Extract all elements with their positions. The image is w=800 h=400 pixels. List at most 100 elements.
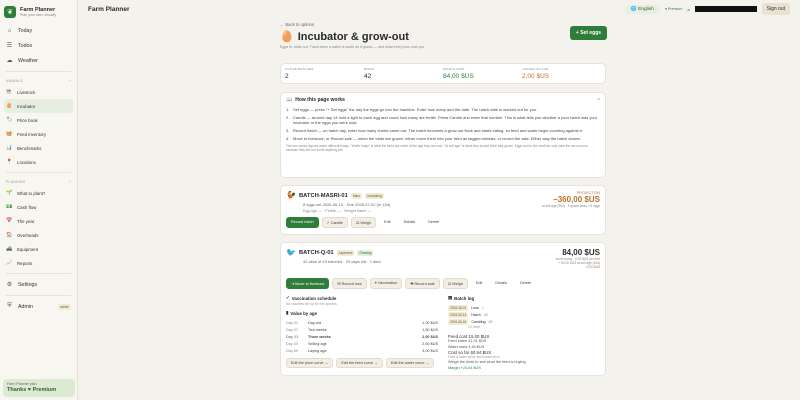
nav-admin[interactable]: ⛨ Admin admin <box>0 299 77 314</box>
sidebar: ❦ Farm Planner Plan your farm visually ⌂… <box>0 0 78 400</box>
nav-label: Reports <box>17 260 33 266</box>
breed-tag: Japanese <box>336 249 355 256</box>
how-step: 2. Candle — around day 14 hold a light to… <box>286 115 600 126</box>
nav-incubator[interactable]: 🥚 Incubator <box>4 99 73 113</box>
right-column: ▤ Batch log 2026-06-01 Loss 1 2026-06-14 Hat… <box>448 295 600 371</box>
record-sale-button[interactable]: ✚ Record sale <box>405 278 440 289</box>
candle-button[interactable]: ✓ Candle <box>321 217 348 228</box>
nav-livestock[interactable]: 🐏 Livestock <box>0 85 77 99</box>
vaccination-button[interactable]: ⌖ Vaccination <box>369 278 403 289</box>
batch-header: 🐦 BATCH-Q-01 Japanese Growing <box>286 248 600 257</box>
nav-label: Incubator <box>17 103 36 109</box>
batch-details: ✓ Vaccination schedule No vaccines set up… <box>286 295 600 371</box>
batch-name: BATCH-Q-01 <box>298 249 334 256</box>
vaccination-note: No vaccines set up for this species. <box>286 302 338 306</box>
edit-button[interactable]: Edit <box>379 217 396 228</box>
table-row: Day 07 Two weeks 1,50 $US <box>286 326 438 333</box>
log-date: 2026-06-01 <box>448 304 469 311</box>
vaccination-heading: ✓ Vaccination schedule <box>286 295 438 301</box>
nav-reports[interactable]: 📈 Reports <box>0 256 77 270</box>
nav-label: Price book <box>17 117 38 123</box>
cell-value: 1,50 $US <box>422 327 438 332</box>
batch-actions: ⇥ Move to livestock ✉ Record loss ⌖ Vacc… <box>286 278 600 289</box>
step-text: Set eggs — press "+ Set eggs" the day th… <box>293 107 538 112</box>
stat-active-batches: ACTIVE BATCHES 2 <box>285 67 364 80</box>
set-eggs-button[interactable]: + Set eggs <box>570 26 607 40</box>
nav-feed-inventory[interactable]: 🧺 Feed inventory <box>0 127 77 141</box>
delete-button[interactable]: Delete <box>515 278 536 289</box>
edit-water-curve-button[interactable]: Edit the water curve → <box>385 358 435 368</box>
section-title: Vaccination schedule <box>291 295 337 301</box>
details-button[interactable]: Details <box>490 278 512 289</box>
log-value: 43 <box>483 312 488 317</box>
batch-card: 🐦 BATCH-Q-01 Japanese Growing 42 alive o… <box>280 242 606 376</box>
nav-weather[interactable]: ☁ Weather <box>0 53 77 68</box>
section-planning[interactable]: PLANNING ^ <box>0 177 77 186</box>
nav-label: Equipment <box>17 246 38 252</box>
edit-button[interactable]: Edit <box>471 278 488 289</box>
cell-day: Day 30 <box>286 341 299 346</box>
divider <box>6 295 71 296</box>
step-text: Record hatch — on hatch day, enter how m… <box>293 128 583 133</box>
how-header: 📖 How this page works × <box>286 97 600 103</box>
signout-button[interactable]: Sign out <box>761 3 790 15</box>
how-title: How this page works <box>295 97 345 103</box>
batch-actions: Record hatch ✓ Candle ⚖ Weigh Edit Detai… <box>286 217 600 228</box>
back-link[interactable]: ← Back to options <box>280 22 606 27</box>
app-tagline: Plan your farm visually <box>20 13 57 17</box>
nav-overheads[interactable]: 🏠 Overheads <box>0 228 77 242</box>
plan-value: Thanks ♥ Premium <box>7 387 57 393</box>
nav-the-year[interactable]: 📅 The year <box>0 214 77 228</box>
cell-value: 3,00 $US <box>422 348 438 353</box>
value-now: 84,00 $US <box>562 248 600 257</box>
record-loss-button[interactable]: ✉ Record loss <box>332 278 367 289</box>
page-subtitle: Eggs in, birds out. Track when a batch i… <box>280 45 426 49</box>
nav-todos[interactable]: ☰ Todos <box>0 38 77 53</box>
nav-label: Settings <box>18 281 38 288</box>
cost-totals: Feed cost 15,00 $US Feed eaten 41,31 $US… <box>448 334 600 371</box>
page-title: 🥚 Incubator & grow-out <box>280 30 606 44</box>
syringe-icon: ✓ <box>286 295 290 300</box>
step-text: Move to livestock, or Record sale — when… <box>293 135 581 141</box>
nav-equipment[interactable]: 🚜 Equipment <box>0 242 77 256</box>
nav-label: Admin <box>18 303 34 310</box>
table-row: Day 60 Laying age 3,00 $US <box>286 347 438 354</box>
record-hatch-button[interactable]: Record hatch <box>286 217 319 228</box>
step-number: 2. <box>286 114 290 120</box>
nav-label: Todos <box>18 42 33 49</box>
ram-icon: 🐏 <box>6 89 13 95</box>
edit-price-curve-button[interactable]: Edit the price curve → <box>286 358 334 368</box>
stat-label: ACTIVE BATCHES <box>285 67 314 71</box>
cell-stage: Day-old <box>308 320 322 325</box>
language-label: English <box>638 6 654 12</box>
section-title: Value by age <box>290 310 318 316</box>
nav-cash-flow[interactable]: 💵 Cash flow <box>0 200 77 214</box>
how-step: 4. Move to livestock, or Record sale — wh… <box>286 136 600 141</box>
close-icon[interactable]: × <box>597 97 600 103</box>
nav-benchmarks[interactable]: 📊 Benchmarks <box>0 141 77 155</box>
checklist-icon: ☰ <box>6 43 13 49</box>
batch-log-heading: ▤ Batch log <box>448 295 600 301</box>
nav-locations[interactable]: 📍 Locations <box>0 155 77 169</box>
log-more[interactable]: 10 more <box>468 325 600 329</box>
nav-what-to-plant[interactable]: 🌱 What to plant? <box>0 186 77 200</box>
nav-label: Today <box>18 27 33 34</box>
edit-feed-curve-button[interactable]: Edit the feed curve → <box>336 358 383 368</box>
cloud-icon: ☁ <box>6 58 13 64</box>
stat-value: 2,00 $US <box>522 73 550 80</box>
calendar-icon: 📅 <box>6 218 13 224</box>
language-select[interactable]: 🌐 English <box>624 4 660 14</box>
step-number: 1. <box>286 107 290 112</box>
move-to-livestock-button[interactable]: ⇥ Move to livestock <box>286 278 330 289</box>
nav-settings[interactable]: ⚙ Settings <box>0 277 77 292</box>
section-animals[interactable]: ANIMALS ^ <box>0 76 77 85</box>
brand[interactable]: ❦ Farm Planner Plan your farm visually <box>0 0 77 23</box>
details-button[interactable]: Details <box>399 217 421 228</box>
weigh-button[interactable]: ⚖ Weigh <box>442 278 468 289</box>
weigh-button[interactable]: ⚖ Weigh <box>350 217 377 228</box>
nav-today[interactable]: ⌂ Today <box>0 23 77 38</box>
left-column: ✓ Vaccination schedule No vaccines set up… <box>286 295 438 371</box>
nav-price-book[interactable]: 🏷 Price book <box>0 113 77 127</box>
status-badge: Incubating <box>364 192 384 199</box>
delete-button[interactable]: Delete <box>423 217 444 228</box>
